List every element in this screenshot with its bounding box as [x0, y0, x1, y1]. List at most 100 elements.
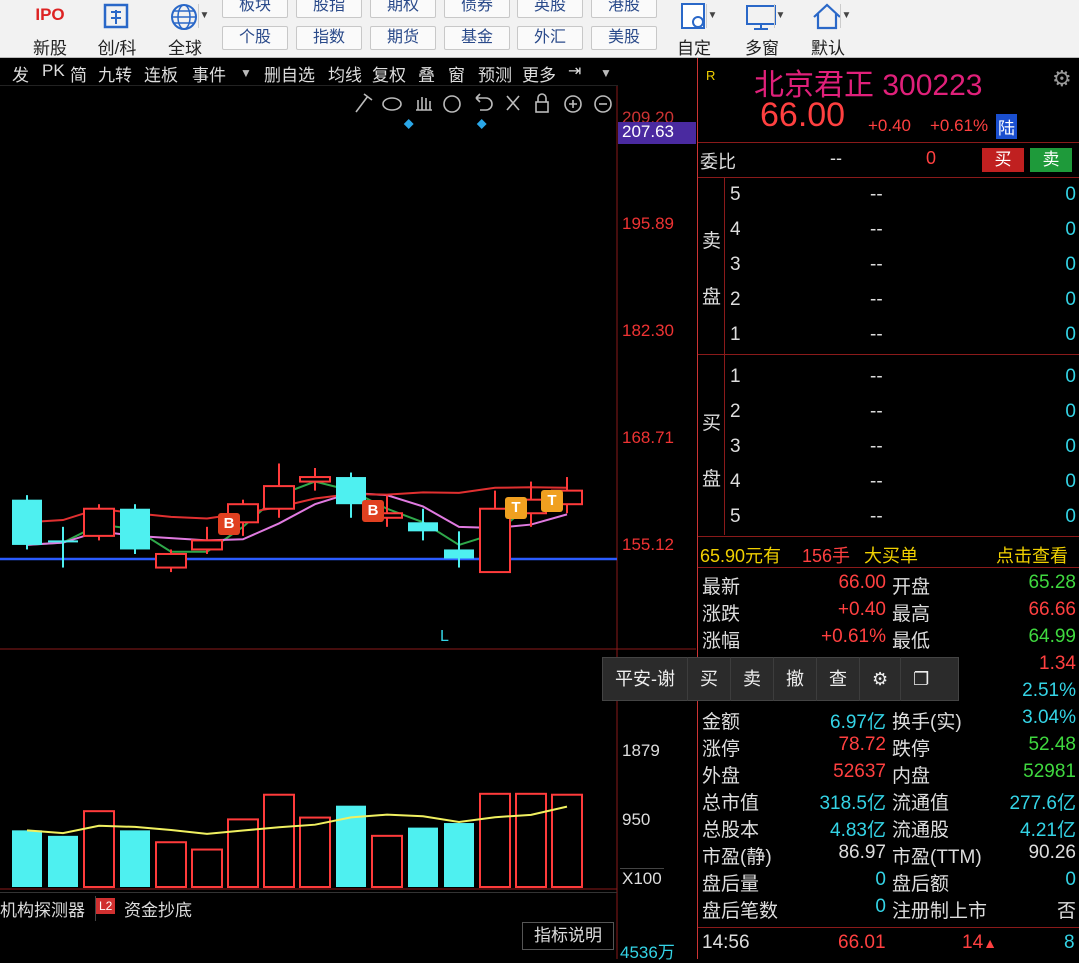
up-arrow-icon: ▲	[983, 935, 997, 951]
us-stocks-button[interactable]: 美股	[591, 26, 657, 50]
collapse-right-icon[interactable]: ⇥	[568, 61, 581, 81]
buy-signal-marker[interactable]: B	[218, 513, 240, 535]
chevron-down-icon[interactable]: ▼	[198, 4, 210, 28]
candle[interactable]	[336, 477, 366, 505]
chevron-down-icon[interactable]: ▼	[706, 4, 718, 28]
volume-axis-label: 950	[622, 810, 651, 829]
price-change: +0.40	[868, 116, 912, 135]
tool-adjust[interactable]: 复权	[372, 61, 406, 86]
index-button[interactable]: 指数	[296, 26, 362, 50]
tool-forecast[interactable]: 预测	[478, 61, 512, 86]
sell-row[interactable]: 1 -- 0	[726, 324, 1078, 350]
buy-row[interactable]: 1 -- 0	[726, 366, 1078, 392]
kline-chart[interactable]: 209.20 207.63 195.89 182.30 168.71 155.1…	[0, 86, 696, 962]
candle[interactable]	[408, 522, 438, 532]
quick-query-button[interactable]: 查	[817, 657, 860, 701]
popout-icon[interactable]: ❐	[901, 657, 941, 701]
volume-bar	[371, 834, 403, 888]
quick-sell-button[interactable]: 卖	[731, 657, 774, 701]
scissors-icon	[506, 95, 520, 111]
l2-badge: L2	[96, 898, 116, 914]
tool-remove-watchlist[interactable]: 删自选	[264, 61, 315, 86]
sell-row[interactable]: 3 -- 0	[726, 254, 1078, 280]
tick-time: 14:56	[702, 932, 750, 953]
level-volume: 0	[1065, 289, 1076, 310]
weibi-number: 0	[926, 148, 937, 168]
stat-value: 66.66	[1028, 599, 1076, 620]
level-price: --	[870, 254, 883, 275]
gear-icon[interactable]: ⚙	[1052, 66, 1072, 92]
buy-row[interactable]: 5 -- 0	[726, 506, 1078, 532]
forex-button[interactable]: 外汇	[517, 26, 583, 50]
level-number: 4	[730, 219, 741, 240]
settings-icon[interactable]: ⚙	[860, 657, 902, 701]
indicator-help-button[interactable]: 指标说明	[522, 922, 614, 950]
t-signal-marker[interactable]: T	[541, 490, 563, 512]
stat-row: 金额 6.97亿 换手(实) 3.04%	[698, 707, 1079, 733]
tool-pk[interactable]: PK	[42, 61, 65, 81]
tool-window[interactable]: 窗	[448, 61, 465, 86]
candle[interactable]	[83, 507, 115, 537]
sell-row[interactable]: 2 -- 0	[726, 289, 1078, 315]
quick-buy-button[interactable]: 买	[688, 657, 731, 701]
chevron-down-icon[interactable]: ▼	[600, 66, 612, 80]
tool-simple[interactable]: 简	[70, 61, 87, 86]
chuang-ke-button[interactable]: 创/科	[92, 0, 142, 58]
options-button[interactable]: 期权	[370, 0, 436, 18]
candle[interactable]	[263, 485, 295, 510]
view-big-order-link[interactable]: 点击查看	[996, 542, 1068, 568]
buy-button[interactable]: 买	[982, 148, 1024, 172]
trade-account[interactable]: 平安-谢	[603, 657, 688, 701]
candle[interactable]	[155, 552, 187, 569]
tool-more[interactable]: 更多	[522, 61, 556, 86]
chevron-down-icon[interactable]: ▼	[774, 4, 786, 28]
connect-badge: 陆	[996, 114, 1017, 139]
sell-button[interactable]: 卖	[1030, 148, 1072, 172]
candle[interactable]	[12, 499, 42, 545]
stat-row: 涨停 78.72 跌停 52.48	[698, 734, 1079, 760]
level-number: 5	[730, 506, 741, 527]
stat-label: 盘后笔数	[702, 901, 779, 922]
chevron-down-icon[interactable]: ▼	[840, 4, 852, 28]
new-stock-button[interactable]: IPO 新股	[28, 0, 72, 58]
hk-stocks-button[interactable]: 港股	[591, 0, 657, 18]
candle[interactable]	[120, 508, 150, 550]
stat-value: 0	[875, 869, 886, 890]
candle[interactable]	[191, 539, 223, 551]
uk-stocks-button[interactable]: 英股	[517, 0, 583, 18]
candle[interactable]	[299, 476, 331, 483]
t-signal-marker[interactable]: T	[505, 497, 527, 519]
tool-ma[interactable]: 均线	[328, 61, 362, 86]
sell-row[interactable]: 5 -- 0	[726, 184, 1078, 210]
tab-fund-bottom[interactable]: 资金抄底	[124, 896, 192, 921]
buy-signal-marker[interactable]: B	[362, 500, 384, 522]
individual-stock-button[interactable]: 个股	[222, 26, 288, 50]
volume-bar	[444, 823, 474, 887]
tool-jiuzhuan[interactable]: 九转	[98, 61, 132, 86]
buy-row[interactable]: 2 -- 0	[726, 401, 1078, 427]
chevron-down-icon[interactable]: ▼	[240, 66, 252, 80]
funds-button[interactable]: 基金	[444, 26, 510, 50]
level-volume: 0	[1065, 401, 1076, 422]
level-number: 3	[730, 436, 741, 457]
stat-label: 市盈(静)	[702, 847, 772, 868]
tool-lianban[interactable]: 连板	[144, 61, 178, 86]
buy-row[interactable]: 4 -- 0	[726, 471, 1078, 497]
candle[interactable]	[48, 540, 78, 543]
stock-index-button[interactable]: 股指	[296, 0, 362, 18]
sell-row[interactable]: 4 -- 0	[726, 219, 1078, 245]
big-order-hands: 156手	[802, 546, 851, 566]
sector-button[interactable]: 板块	[222, 0, 288, 18]
tool-event[interactable]: 事件	[192, 61, 226, 86]
tool-overlay[interactable]: 叠	[418, 61, 435, 86]
level-volume: 0	[1065, 254, 1076, 275]
tab-institution-detector[interactable]: 机构探测器	[0, 896, 96, 921]
candle[interactable]	[444, 549, 474, 559]
buy-row[interactable]: 3 -- 0	[726, 436, 1078, 462]
tool-fa[interactable]: 发	[12, 61, 29, 86]
price-axis-label: 155.12	[622, 535, 674, 554]
level-volume: 0	[1065, 506, 1076, 527]
bonds-button[interactable]: 债券	[444, 0, 510, 18]
quick-cancel-button[interactable]: 撤	[774, 657, 817, 701]
futures-button[interactable]: 期货	[370, 26, 436, 50]
